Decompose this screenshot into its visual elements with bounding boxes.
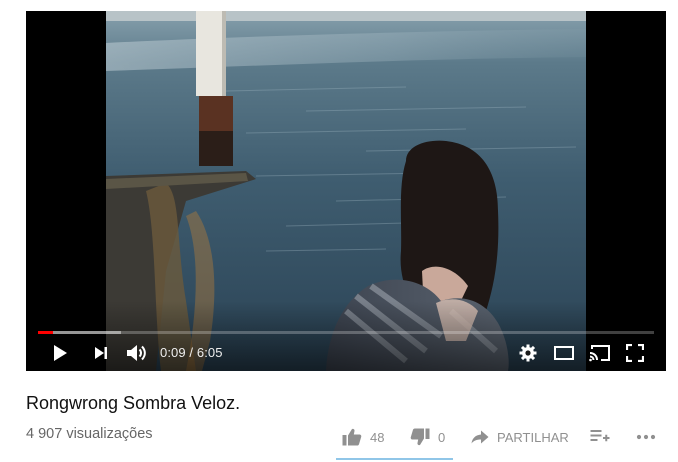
video-title: Rongwrong Sombra Veloz.	[26, 393, 241, 413]
dislike-count: 0	[438, 429, 446, 445]
fullscreen-icon	[626, 344, 644, 362]
next-icon	[95, 347, 107, 359]
cast-button[interactable]	[588, 341, 612, 365]
volume-button[interactable]	[125, 341, 149, 365]
like-button[interactable]: 48	[342, 424, 384, 450]
play-icon	[54, 345, 67, 361]
video-player[interactable]: 0:09 / 6:05	[26, 11, 666, 371]
volume-icon	[127, 345, 146, 361]
theater-mode-button[interactable]	[552, 341, 576, 365]
cast-icon	[589, 345, 610, 362]
view-count: 4 907 visualizações	[26, 426, 153, 442]
like-count: 48	[370, 429, 385, 445]
thumbs-down-icon	[410, 428, 430, 446]
time-display: 0:09 / 6:05	[160, 345, 223, 360]
time-separator: /	[189, 345, 194, 360]
time-total: 6:05	[196, 345, 223, 360]
next-button[interactable]	[90, 341, 112, 365]
share-icon	[471, 430, 489, 444]
time-current: 0:09	[160, 345, 186, 360]
progress-played	[38, 331, 54, 334]
more-actions-button[interactable]	[636, 424, 656, 450]
sentiment-bar	[336, 458, 453, 460]
more-icon	[636, 434, 656, 440]
settings-button[interactable]	[516, 341, 540, 365]
dislike-button[interactable]: 0	[410, 424, 445, 450]
fullscreen-button[interactable]	[623, 341, 647, 365]
thumbs-up-icon	[342, 428, 362, 446]
progress-bar[interactable]	[38, 331, 654, 334]
settings-icon	[519, 344, 537, 362]
theater-mode-icon	[554, 346, 574, 360]
play-button[interactable]	[48, 341, 72, 365]
share-button[interactable]: PARTILHAR	[471, 424, 569, 450]
watch-page: 0:09 / 6:05 Rongwrong Sombra Veloz. 4 90…	[0, 0, 678, 462]
add-to-playlist-button[interactable]	[590, 424, 610, 450]
share-label: PARTILHAR	[497, 429, 569, 445]
add-to-playlist-icon	[590, 430, 610, 442]
